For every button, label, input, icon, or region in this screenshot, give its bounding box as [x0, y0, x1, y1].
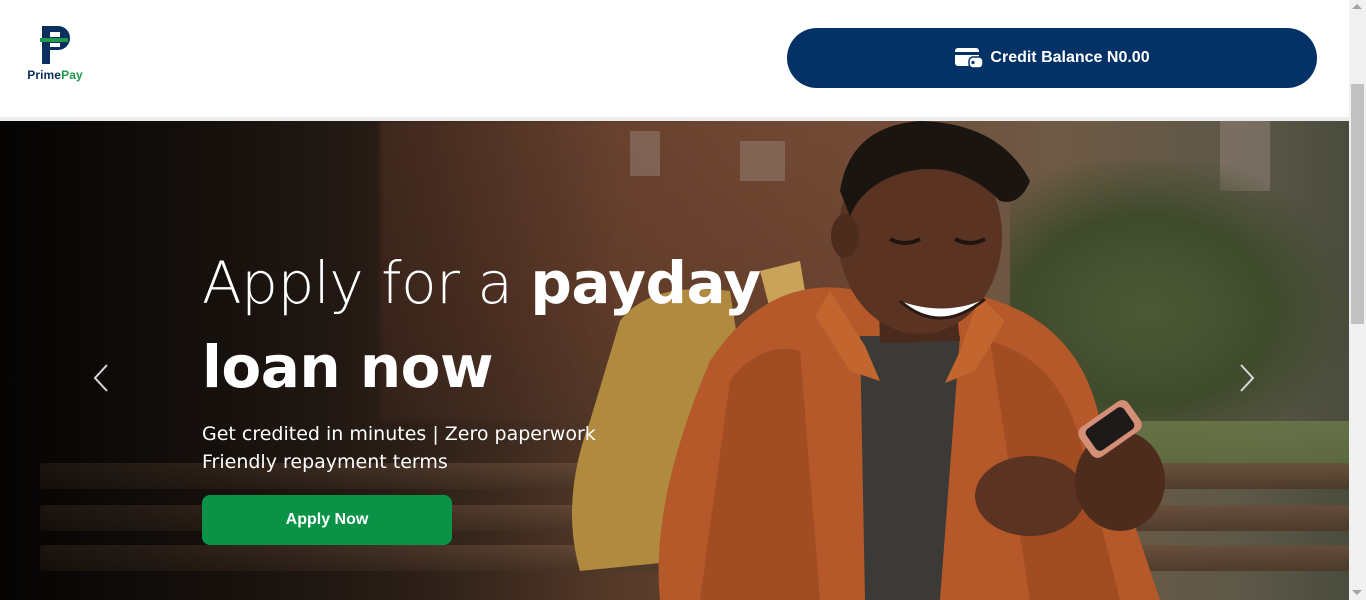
wallet-icon: [955, 48, 985, 69]
credit-balance-button[interactable]: Credit Balance N0.00: [787, 28, 1317, 88]
primepay-logo[interactable]: PrimePay: [24, 24, 86, 86]
carousel-prev-button[interactable]: [91, 361, 111, 395]
site-header: PrimePay Credit Balance N0.00: [0, 0, 1349, 117]
hero-title-bold-2: loan now: [202, 333, 494, 401]
scrollbar-thumb[interactable]: [1351, 84, 1364, 324]
carousel-next-button[interactable]: [1237, 361, 1257, 395]
chevron-right-icon: [1240, 364, 1255, 392]
hero-title: Apply for a payday loan now: [202, 241, 761, 409]
primepay-logo-icon: [40, 26, 70, 64]
apply-now-button[interactable]: Apply Now: [202, 495, 452, 545]
logo-text-pay: Pay: [61, 68, 83, 82]
scroll-up-arrow-icon[interactable]: [1352, 4, 1362, 9]
hero-subtitle: Get credited in minutes | Zero paperwork…: [202, 420, 596, 476]
hero-title-bold-1: payday: [530, 249, 761, 317]
chevron-left-icon: [93, 364, 108, 392]
scroll-down-arrow-icon[interactable]: [1352, 590, 1362, 595]
hero-carousel: Apply for a payday loan now Get credited…: [0, 121, 1349, 600]
logo-text-prime: Prime: [27, 68, 62, 82]
hero-subtitle-line-2: Friendly repayment terms: [202, 451, 448, 473]
hero-subtitle-line-1: Get credited in minutes | Zero paperwork: [202, 423, 596, 445]
hero-title-light: Apply for a: [202, 249, 513, 317]
logo-text: PrimePay: [27, 68, 83, 82]
credit-balance-label: Credit Balance N0.00: [990, 49, 1150, 66]
